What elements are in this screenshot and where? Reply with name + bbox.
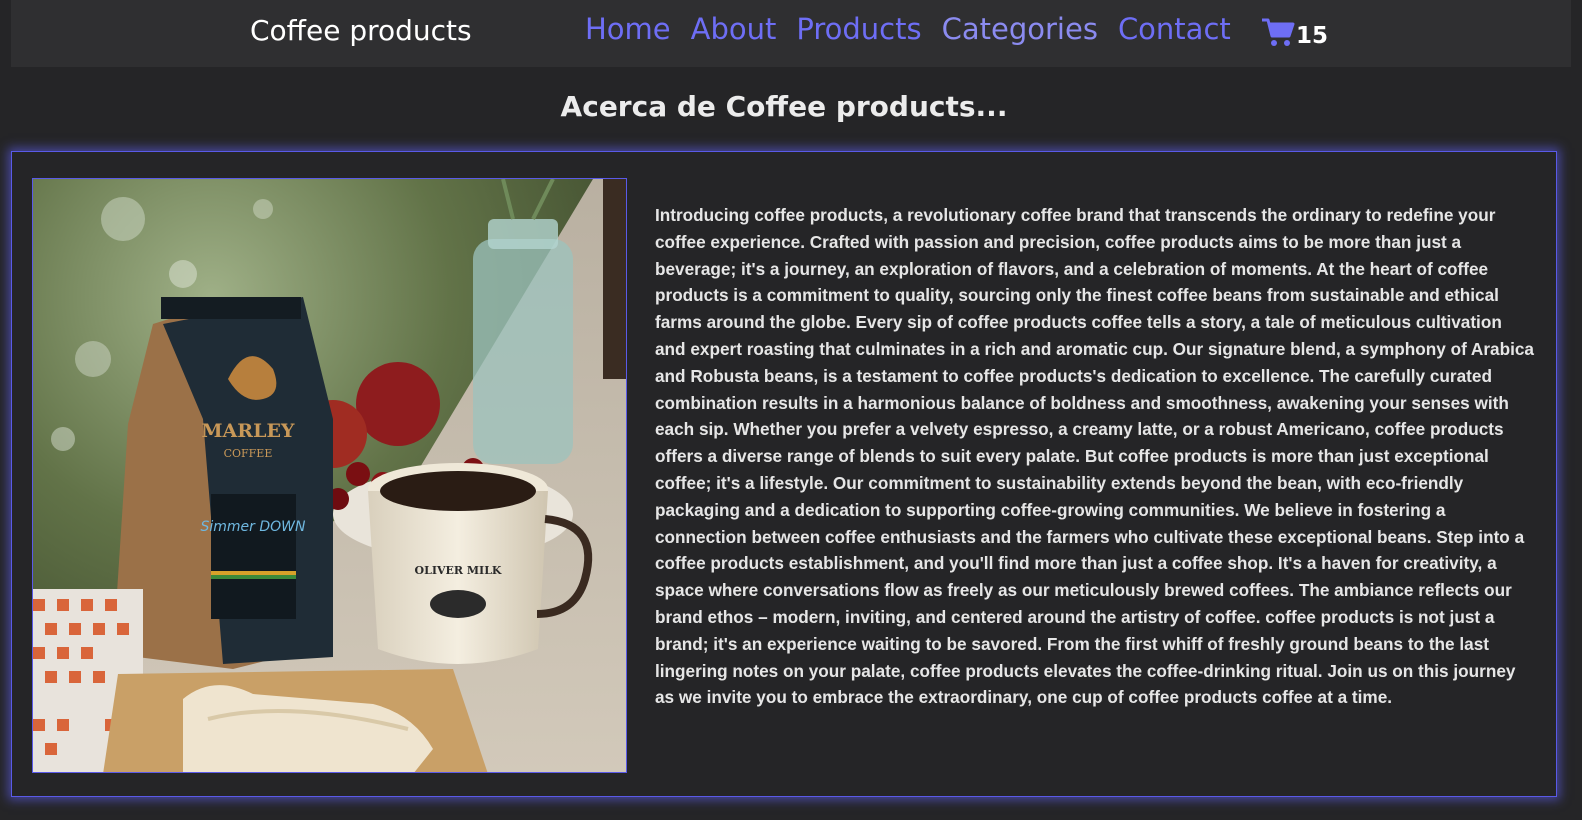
nav-link-about[interactable]: About — [691, 12, 777, 46]
nav-links: Home About Products Categories Contact — [585, 12, 1231, 46]
nav-link-categories[interactable]: Categories — [942, 12, 1098, 46]
top-navbar: Coffee products Home About Products Cate… — [11, 0, 1571, 67]
brand-title[interactable]: Coffee products — [250, 14, 472, 47]
svg-text:COFFEE: COFFEE — [224, 447, 273, 460]
nav-link-contact[interactable]: Contact — [1118, 12, 1231, 46]
svg-text:OLIVER MILK: OLIVER MILK — [415, 564, 502, 577]
svg-text:Simmer DOWN: Simmer DOWN — [201, 519, 307, 535]
page-title: Acerca de Coffee products... — [560, 90, 1008, 123]
nav-link-home[interactable]: Home — [585, 12, 671, 46]
cart-count-badge: 15 — [1296, 23, 1329, 49]
coffee-photo: MARLEY COFFEE Simmer DOWN OLIVER MILK — [32, 178, 627, 773]
svg-text:MARLEY: MARLEY — [202, 420, 295, 442]
nav-link-products[interactable]: Products — [796, 12, 921, 46]
cart-button[interactable]: 15 — [1261, 17, 1329, 49]
shopping-cart-icon — [1261, 17, 1295, 47]
about-description: Introducing coffee products, a revolutio… — [655, 205, 1534, 708]
about-card: MARLEY COFFEE Simmer DOWN OLIVER MILK In… — [11, 151, 1557, 797]
